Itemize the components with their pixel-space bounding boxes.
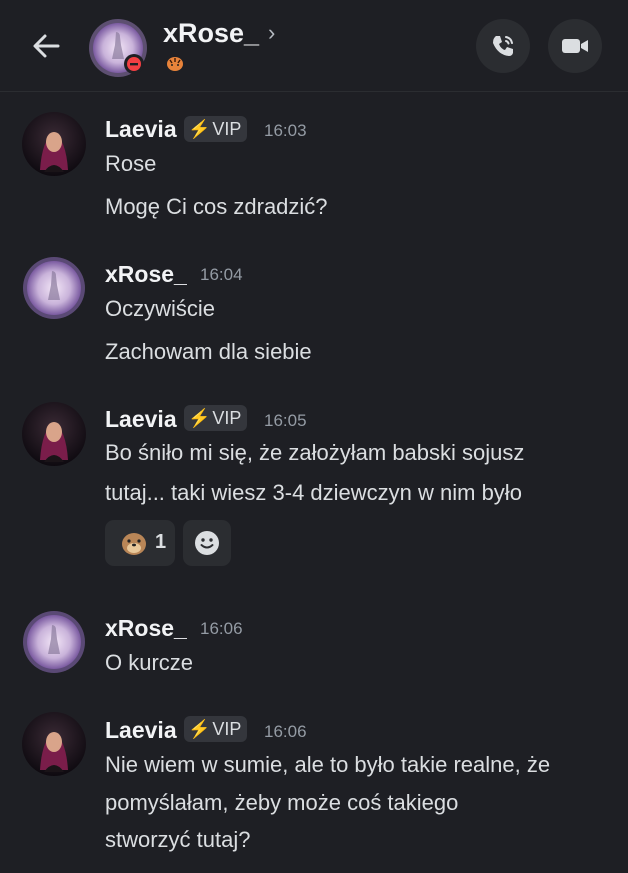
avatar-xrose[interactable] [22,256,86,320]
message-text: Zachowam dla siebie [105,339,312,364]
avatar-xrose[interactable] [22,610,86,674]
reaction-count: 1 [155,531,167,553]
message-timestamp: 16:05 [264,411,307,430]
message-author[interactable]: xRose_ [105,261,187,288]
vip-badge: ⚡ VIP [184,716,248,742]
video-call-button[interactable] [548,19,602,73]
message-timestamp: 16:06 [264,722,307,741]
video-camera-icon [562,39,588,53]
vip-badge-label: VIP [212,407,242,428]
avatar-laevia[interactable] [22,402,86,466]
lightning-icon: ⚡ [188,718,211,739]
add-reaction-button[interactable] [183,520,231,566]
message-timestamp: 16:03 [264,121,307,140]
chevron-right-icon[interactable]: › [268,20,275,46]
message-text: tutaj... taki wiesz 3-4 dziewczyn w nim … [105,480,522,505]
message-text: Bo śniło mi się, że założyłam babski soj… [105,440,525,465]
message-author[interactable]: Laevia [105,717,177,744]
voice-call-button[interactable] [476,19,530,73]
reaction-pill[interactable]: 1 [105,520,175,566]
message-author[interactable]: xRose_ [105,615,187,642]
message-text: O kurcze [105,650,194,675]
tiger-emoji-icon [165,54,185,72]
message-text: stworzyć tutaj? [105,827,251,852]
avatar-laevia[interactable] [22,712,86,776]
message-author[interactable]: Laevia [105,116,177,143]
message-text: Nie wiem w sumie, ale to było takie real… [105,752,551,777]
vip-badge-label: VIP [212,118,242,139]
vip-badge: ⚡ VIP [184,116,248,142]
message-text: Rose [105,151,157,176]
message-author[interactable]: Laevia [105,406,177,433]
arrow-left-icon [33,34,60,58]
otter-emoji-icon [122,533,146,555]
vip-badge: ⚡ VIP [184,405,248,431]
header-username[interactable]: xRose_ [163,18,259,49]
message-timestamp: 16:04 [200,265,243,284]
header-avatar[interactable] [88,18,148,78]
phone-call-icon [493,36,513,56]
back-button[interactable] [28,28,64,64]
lightning-icon: ⚡ [188,407,211,428]
message-text: Oczywiście [105,296,216,321]
message-text: pomyślałam, żeby może coś takiego [105,790,459,815]
avatar-laevia[interactable] [22,112,86,176]
chat-header: xRose_ › [0,0,628,92]
vip-badge-label: VIP [212,718,242,739]
smiley-face-icon [195,531,219,555]
lightning-icon: ⚡ [188,118,211,139]
message-text: Mogę Ci cos zdradzić? [105,194,328,219]
message-timestamp: 16:06 [200,619,243,638]
avatar [89,19,147,77]
